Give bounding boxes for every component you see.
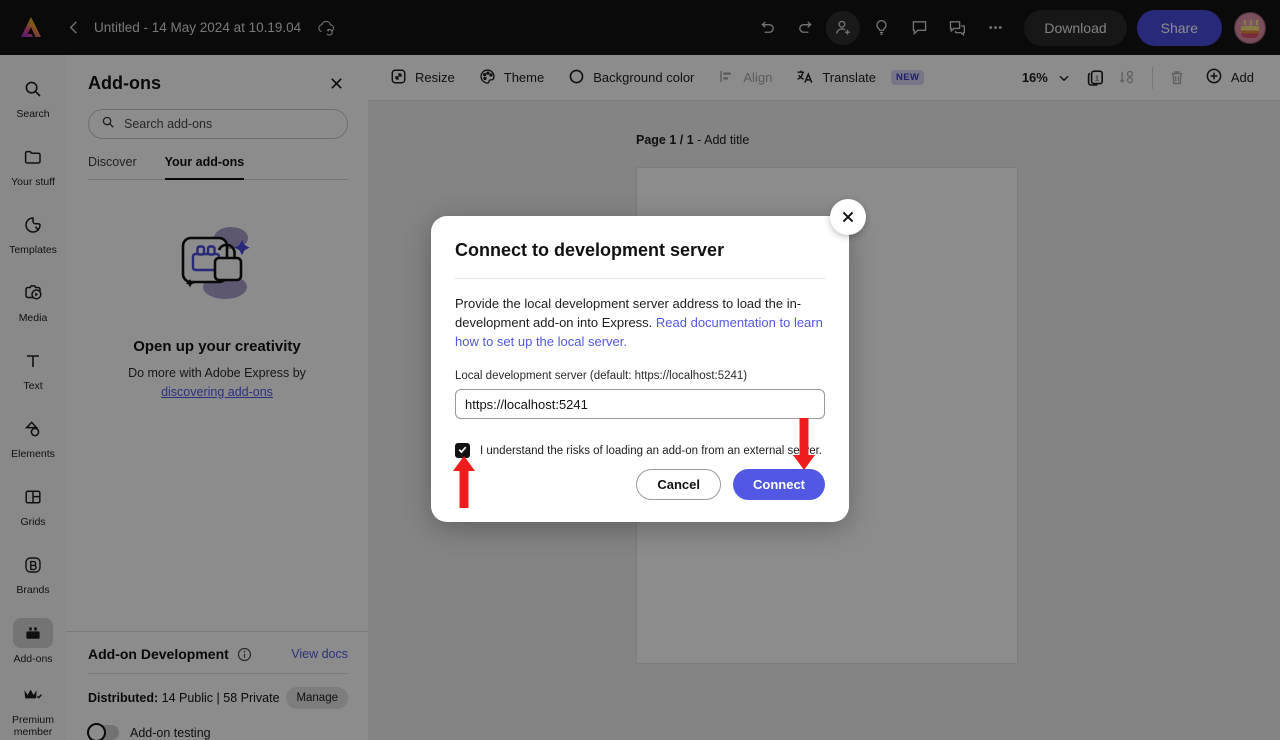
dialog-title: Connect to development server	[455, 240, 725, 260]
connect-button[interactable]: Connect	[733, 469, 825, 500]
divider	[455, 278, 825, 279]
app-root: Untitled - 14 May 2024 at 10.19.04 Downl…	[0, 0, 1280, 740]
dialog-description: Provide the local development server add…	[455, 294, 825, 351]
dialog-actions: Cancel Connect	[455, 469, 825, 500]
cancel-button[interactable]: Cancel	[636, 469, 721, 500]
risk-acknowledgement-row: I understand the risks of loading an add…	[455, 443, 825, 458]
modal-close-button[interactable]	[830, 199, 866, 235]
connect-dev-server-dialog: Connect to development server Provide th…	[431, 216, 849, 522]
server-url-input[interactable]: https://localhost:5241	[455, 389, 825, 419]
risk-acknowledgement-label: I understand the risks of loading an add…	[480, 444, 823, 457]
annotation-arrow-down	[792, 418, 816, 470]
annotation-arrow-up	[452, 456, 476, 508]
server-field-label: Local development server (default: https…	[455, 370, 748, 382]
